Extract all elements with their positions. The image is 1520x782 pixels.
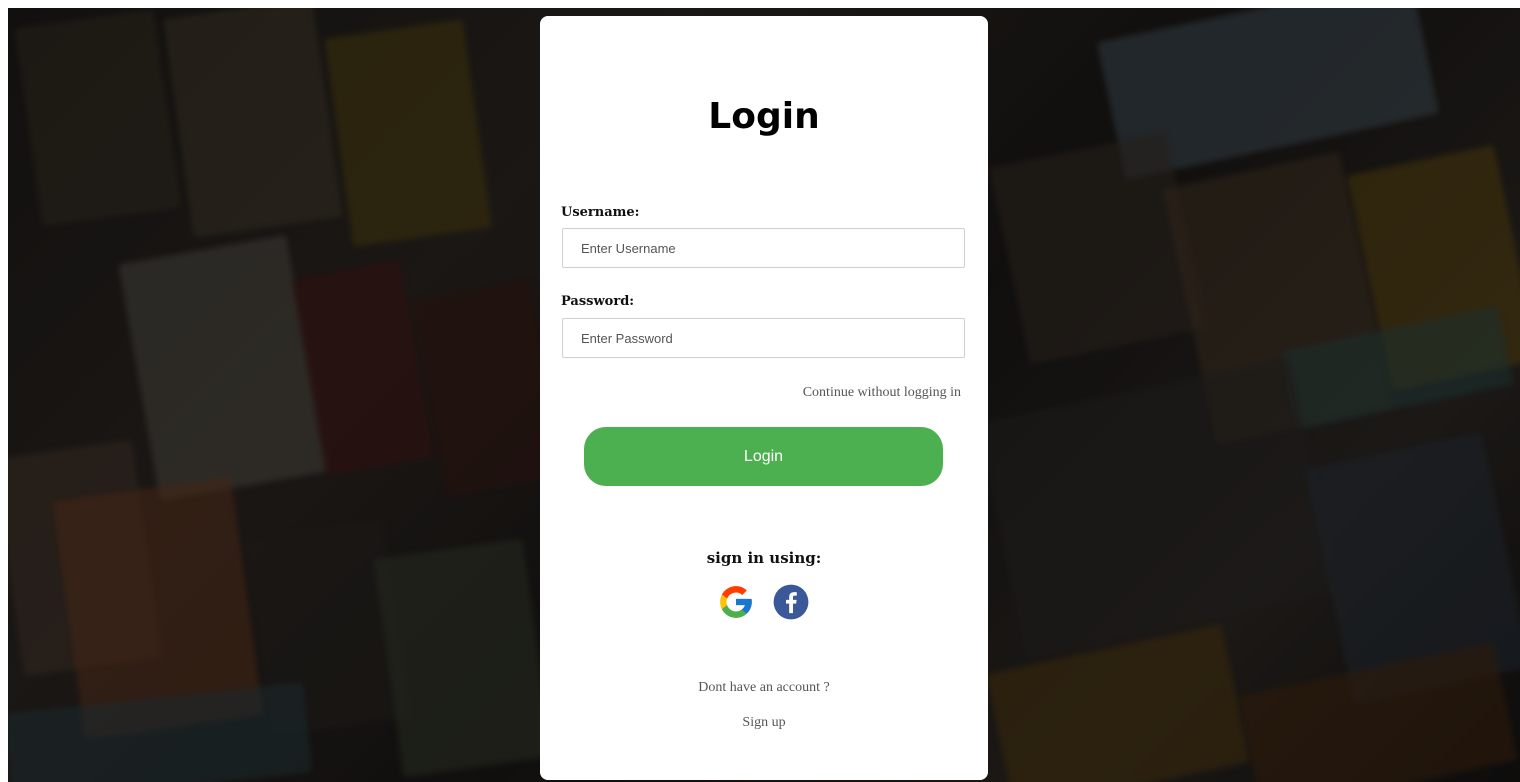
no-account-text: Dont have an account ? <box>698 680 830 695</box>
page-title: Login <box>708 96 820 137</box>
login-button[interactable]: Login <box>584 427 943 486</box>
username-input[interactable] <box>562 228 965 268</box>
continue-without-login-link[interactable]: Continue without logging in <box>803 385 961 401</box>
username-label: Username: <box>561 205 640 220</box>
login-card: Login Username: Password: Continue witho… <box>540 16 988 780</box>
google-icon[interactable] <box>717 583 755 621</box>
sign-in-using-label: sign in using: <box>706 549 822 567</box>
facebook-icon[interactable] <box>772 583 810 621</box>
password-label: Password: <box>561 294 635 309</box>
sign-up-link[interactable]: Sign up <box>540 715 988 731</box>
social-login-row <box>540 582 988 624</box>
password-input[interactable] <box>562 318 965 358</box>
